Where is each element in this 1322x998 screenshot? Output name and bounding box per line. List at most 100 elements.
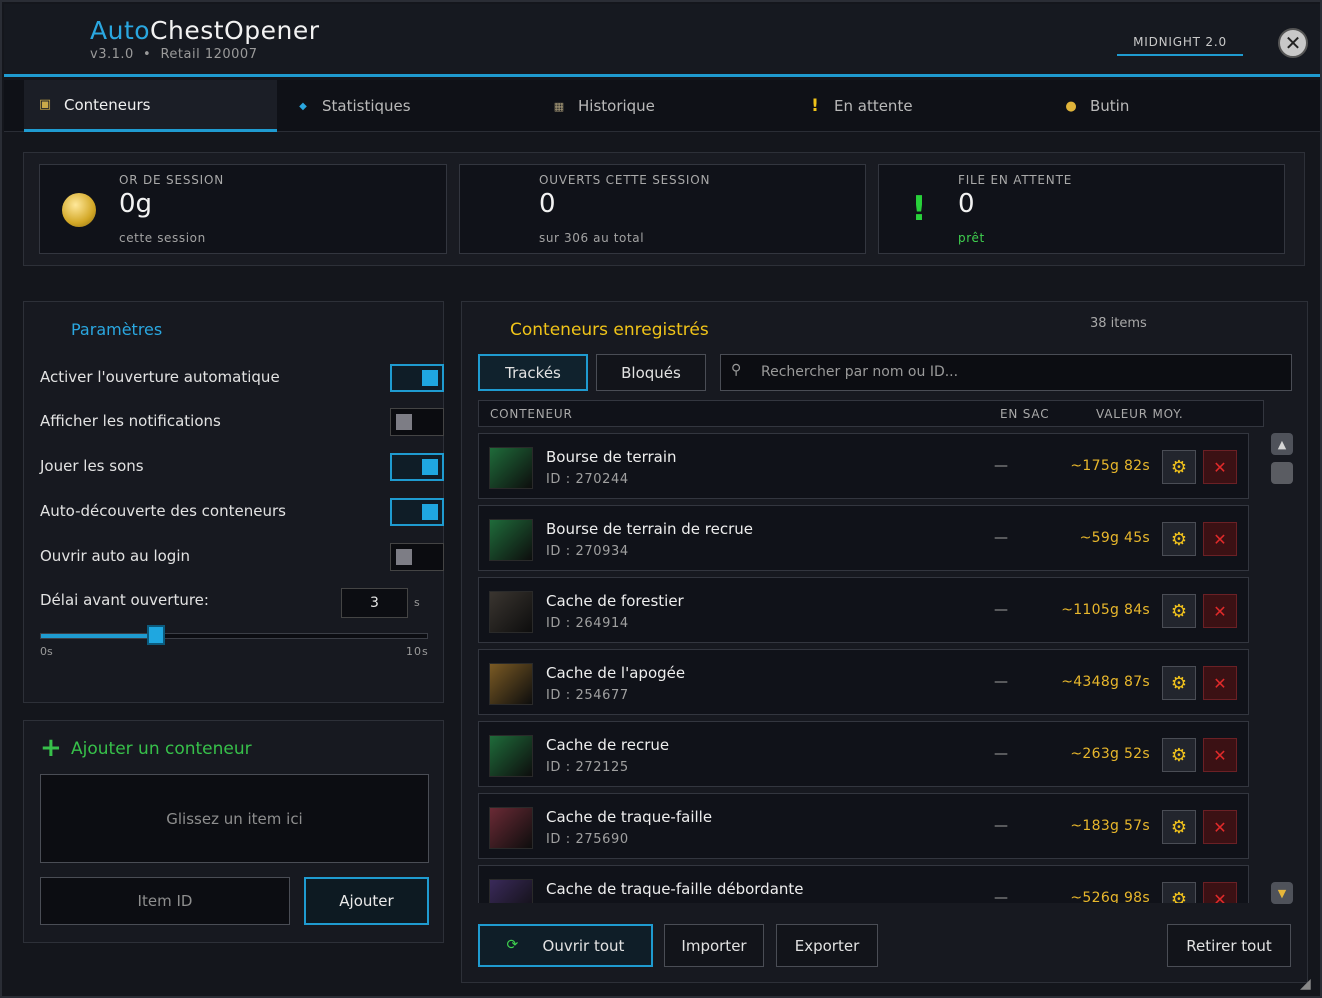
tab-label: Historique — [578, 97, 655, 115]
scroll-up-button[interactable]: ▲ — [1271, 433, 1293, 455]
remove-button[interactable]: ✕ — [1203, 522, 1237, 556]
scrollbar-thumb[interactable] — [1271, 462, 1293, 484]
toggle-sounds[interactable] — [390, 453, 444, 481]
stat-value: 0 — [958, 189, 975, 219]
container-row[interactable]: Cache de l'apogée ID : 254677 — ~4348g 87s ⚙… — [478, 649, 1249, 715]
toggle-open-on-login[interactable] — [390, 543, 444, 571]
tab-blocked[interactable]: Bloqués — [596, 354, 706, 391]
tab-statistiques[interactable]: ◆ Statistiques — [282, 80, 535, 132]
scroll-down-button[interactable]: ▼ — [1271, 882, 1293, 904]
container-row[interactable]: Cache de traque-faille ID : 275690 — ~183g … — [478, 793, 1249, 859]
container-avg-value: ~1105g 84s — [1061, 602, 1150, 618]
remove-button[interactable]: ✕ — [1203, 810, 1237, 844]
resize-grip-icon[interactable]: ◢ — [1300, 976, 1318, 994]
settings-button[interactable]: ⚙ — [1162, 666, 1196, 700]
container-name: Bourse de terrain de recrue — [546, 520, 754, 538]
toggle-auto-discovery[interactable] — [390, 498, 444, 526]
close-icon: ✕ — [1213, 673, 1227, 693]
setting-auto-open: Activer l'ouverture automatique — [40, 364, 444, 392]
tab-historique[interactable]: ▦ Historique — [538, 80, 791, 132]
setting-label: Auto-découverte des conteneurs — [40, 502, 286, 520]
slider-min-label: 0s — [40, 645, 53, 658]
remove-all-button[interactable]: Retirer tout — [1167, 924, 1291, 967]
stat-label: OUVERTS CETTE SESSION — [539, 173, 711, 187]
stat-sub: sur 306 au total — [539, 231, 645, 245]
container-row[interactable]: Bourse de terrain ID : 270244 — ~175g 82s ⚙ ✕ — [478, 433, 1249, 499]
tab-butin[interactable]: ● Butin — [1050, 80, 1303, 132]
remove-button[interactable]: ✕ — [1203, 882, 1237, 903]
close-icon: ✕ — [1284, 31, 1302, 55]
column-in-bag[interactable]: EN SAC — [1000, 407, 1049, 421]
setting-notifications: Afficher les notifications — [40, 408, 444, 436]
toggle-knob — [396, 414, 412, 430]
app-title: AutoChestOpener — [90, 16, 320, 45]
settings-button[interactable]: ⚙ — [1162, 594, 1196, 628]
settings-button[interactable]: ⚙ — [1162, 810, 1196, 844]
import-button[interactable]: Importer — [664, 924, 764, 967]
items-count: 38 items — [1090, 316, 1147, 331]
tab-tracked[interactable]: Trackés — [478, 354, 588, 391]
remove-button[interactable]: ✕ — [1203, 738, 1237, 772]
setting-auto-discovery: Auto-découverte des conteneurs — [40, 498, 444, 526]
setting-open-on-login: Ouvrir auto au login — [40, 543, 444, 571]
delay-input[interactable]: 3 — [341, 588, 408, 618]
stat-sub: prêt — [958, 231, 985, 245]
close-icon: ✕ — [1213, 745, 1227, 765]
remove-button[interactable]: ✕ — [1203, 450, 1237, 484]
settings-button[interactable]: ⚙ — [1162, 738, 1196, 772]
container-thumbnail — [489, 879, 533, 903]
remove-button[interactable]: ✕ — [1203, 666, 1237, 700]
search-placeholder: Rechercher par nom ou ID... — [761, 364, 959, 380]
tab-label: Statistiques — [322, 97, 411, 115]
window-header[interactable]: AutoChestOpener v3.1.0 • Retail 120007 M… — [4, 4, 1320, 77]
slider-fill — [41, 634, 157, 638]
delay-slider[interactable] — [40, 633, 428, 639]
search-input[interactable]: ⚲ Rechercher par nom ou ID... — [720, 354, 1292, 391]
close-button[interactable]: ✕ — [1278, 28, 1308, 58]
container-row[interactable]: Cache de recrue ID : 272125 — ~263g 52s ⚙ ✕ — [478, 721, 1249, 787]
container-row[interactable]: Cache de forestier ID : 264914 — ~1105g 84s… — [478, 577, 1249, 643]
gear-icon: ⚙ — [1170, 672, 1188, 694]
exclamation-icon: ! — [911, 189, 927, 229]
open-all-button[interactable]: ⟳ Ouvrir tout — [478, 924, 653, 967]
container-id: ID : 270934 — [546, 544, 629, 559]
close-icon: ✕ — [1213, 889, 1227, 904]
container-avg-value: ~59g 45s — [1079, 530, 1150, 546]
expansion-badge[interactable]: MIDNIGHT 2.0 — [1117, 32, 1243, 56]
item-id-placeholder: Item ID — [137, 892, 193, 910]
gear-icon: ⚙ — [1170, 456, 1188, 478]
container-id: ID : 270244 — [546, 472, 629, 487]
item-id-input[interactable]: Item ID — [40, 877, 290, 925]
diamond-icon: ◆ — [299, 100, 307, 112]
column-avg-value[interactable]: VALEUR MOY. — [1096, 407, 1184, 421]
slider-handle[interactable] — [146, 625, 165, 645]
coins-icon: ● — [1065, 98, 1077, 114]
column-container[interactable]: CONTENEUR — [490, 407, 573, 421]
export-button[interactable]: Exporter — [776, 924, 878, 967]
registered-containers-panel: Conteneurs enregistrés 38 items Trackés … — [461, 301, 1308, 983]
addon-window: AutoChestOpener v3.1.0 • Retail 120007 M… — [0, 0, 1322, 998]
toggle-auto-open[interactable] — [390, 364, 444, 392]
add-container-title: Ajouter un conteneur — [71, 739, 252, 759]
settings-button[interactable]: ⚙ — [1162, 882, 1196, 903]
remove-button[interactable]: ✕ — [1203, 594, 1237, 628]
add-button[interactable]: Ajouter — [304, 877, 429, 925]
item-dropzone[interactable]: Glissez un item ici — [40, 774, 429, 863]
open-icon: ⟳ — [506, 936, 519, 953]
stat-value: 0g — [119, 189, 153, 219]
container-avg-value: ~526g 98s — [1070, 890, 1150, 903]
settings-button[interactable]: ⚙ — [1162, 450, 1196, 484]
tab-conteneurs[interactable]: ▣ Conteneurs — [24, 80, 277, 132]
tab-label: Butin — [1090, 97, 1130, 115]
settings-button[interactable]: ⚙ — [1162, 522, 1196, 556]
toggle-notifications[interactable] — [390, 408, 444, 436]
stat-gold: OR DE SESSION 0g cette session — [39, 164, 447, 254]
container-row[interactable]: Cache de traque-faille débordante — ~526g … — [478, 865, 1249, 903]
container-row[interactable]: Bourse de terrain de recrue ID : 270934 — ~… — [478, 505, 1249, 571]
table-header: CONTENEUR EN SAC VALEUR MOY. — [478, 400, 1264, 427]
chest-icon: ▣ — [38, 97, 52, 112]
setting-sounds: Jouer les sons — [40, 453, 444, 481]
tab-en-attente[interactable]: ! En attente — [794, 80, 1047, 132]
container-thumbnail — [489, 663, 533, 705]
container-name: Cache de recrue — [546, 736, 670, 754]
